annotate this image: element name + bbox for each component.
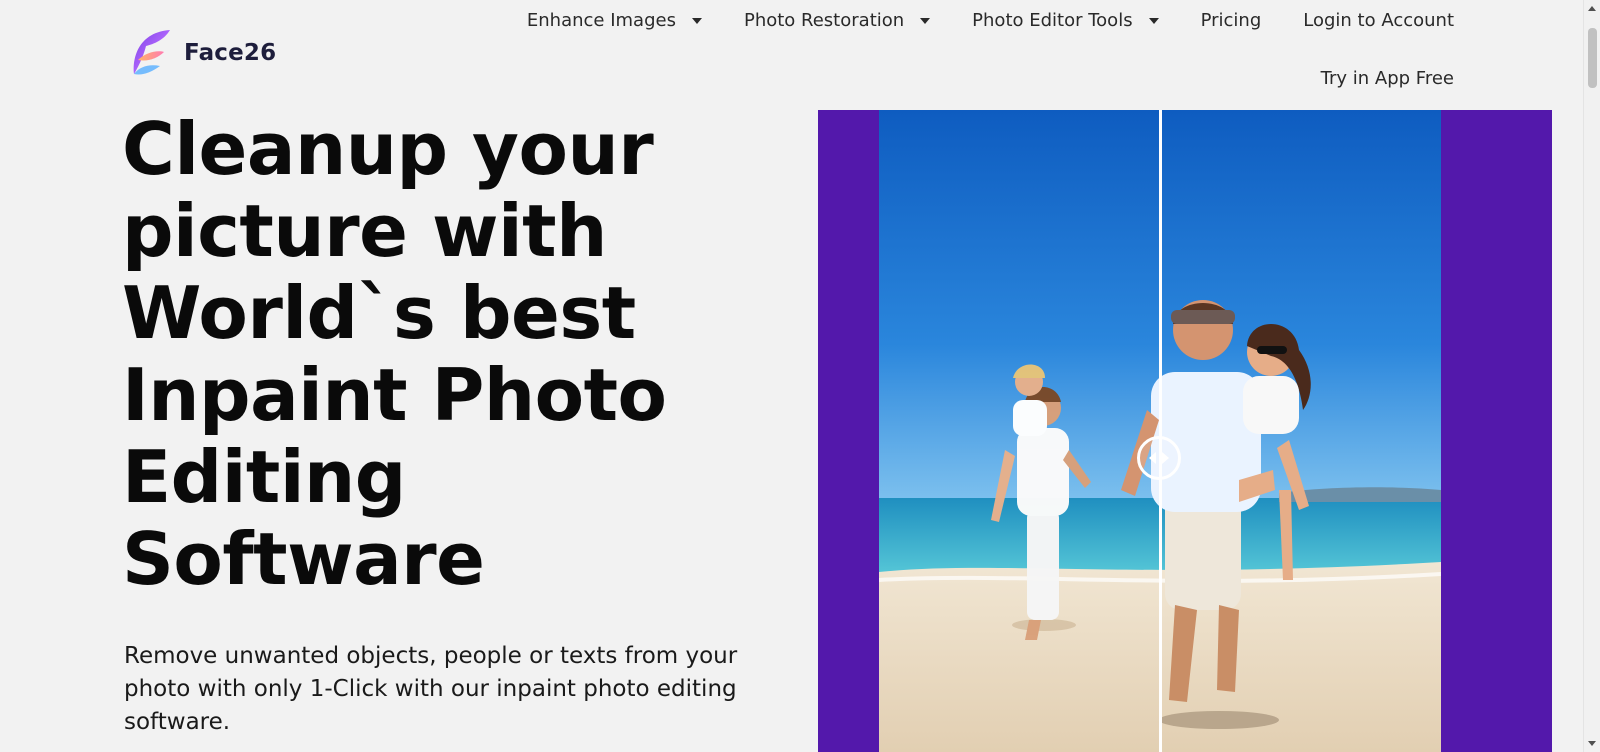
scroll-down-icon[interactable]	[1588, 741, 1596, 746]
beach-photo	[879, 110, 1441, 752]
nav-login[interactable]: Login to Account	[1303, 10, 1454, 31]
try-app-free-link[interactable]: Try in App Free	[1321, 68, 1454, 89]
slider-handle-icon[interactable]	[1137, 436, 1181, 480]
scroll-up-icon[interactable]	[1588, 6, 1596, 11]
comparison-divider[interactable]	[1159, 110, 1162, 752]
before-after-comparison	[818, 110, 1552, 752]
caret-down-icon	[691, 17, 702, 24]
page-scrollbar[interactable]	[1583, 0, 1600, 752]
nav-enhance-images[interactable]: Enhance Images	[527, 10, 702, 31]
brand-name: Face26	[184, 40, 277, 66]
hero-title: Cleanup your picture with World`s best I…	[122, 107, 667, 601]
face26-logo-icon	[133, 30, 170, 75]
caret-down-icon	[1148, 17, 1159, 24]
caret-down-icon	[920, 17, 931, 24]
nav-item-label: Photo Editor Tools	[972, 10, 1133, 31]
brand-logo[interactable]: Face26	[124, 26, 276, 80]
nav-item-label: Login to Account	[1303, 10, 1454, 31]
nav-pricing[interactable]: Pricing	[1201, 10, 1262, 31]
nav-photo-restoration[interactable]: Photo Restoration	[743, 10, 931, 31]
main-nav: Enhance Images Photo Restoration Photo E…	[527, 10, 1454, 31]
nav-item-label: Photo Restoration	[743, 10, 905, 31]
hero-subtitle: Remove unwanted objects, people or texts…	[124, 643, 738, 735]
scrollbar-thumb[interactable]	[1588, 28, 1597, 88]
nav-photo-editor-tools[interactable]: Photo Editor Tools	[972, 10, 1159, 31]
arrow-right-icon	[1162, 452, 1169, 464]
nav-item-label: Pricing	[1200, 10, 1262, 31]
arrow-left-icon	[1149, 452, 1156, 464]
nav-item-label: Enhance Images	[526, 10, 676, 31]
